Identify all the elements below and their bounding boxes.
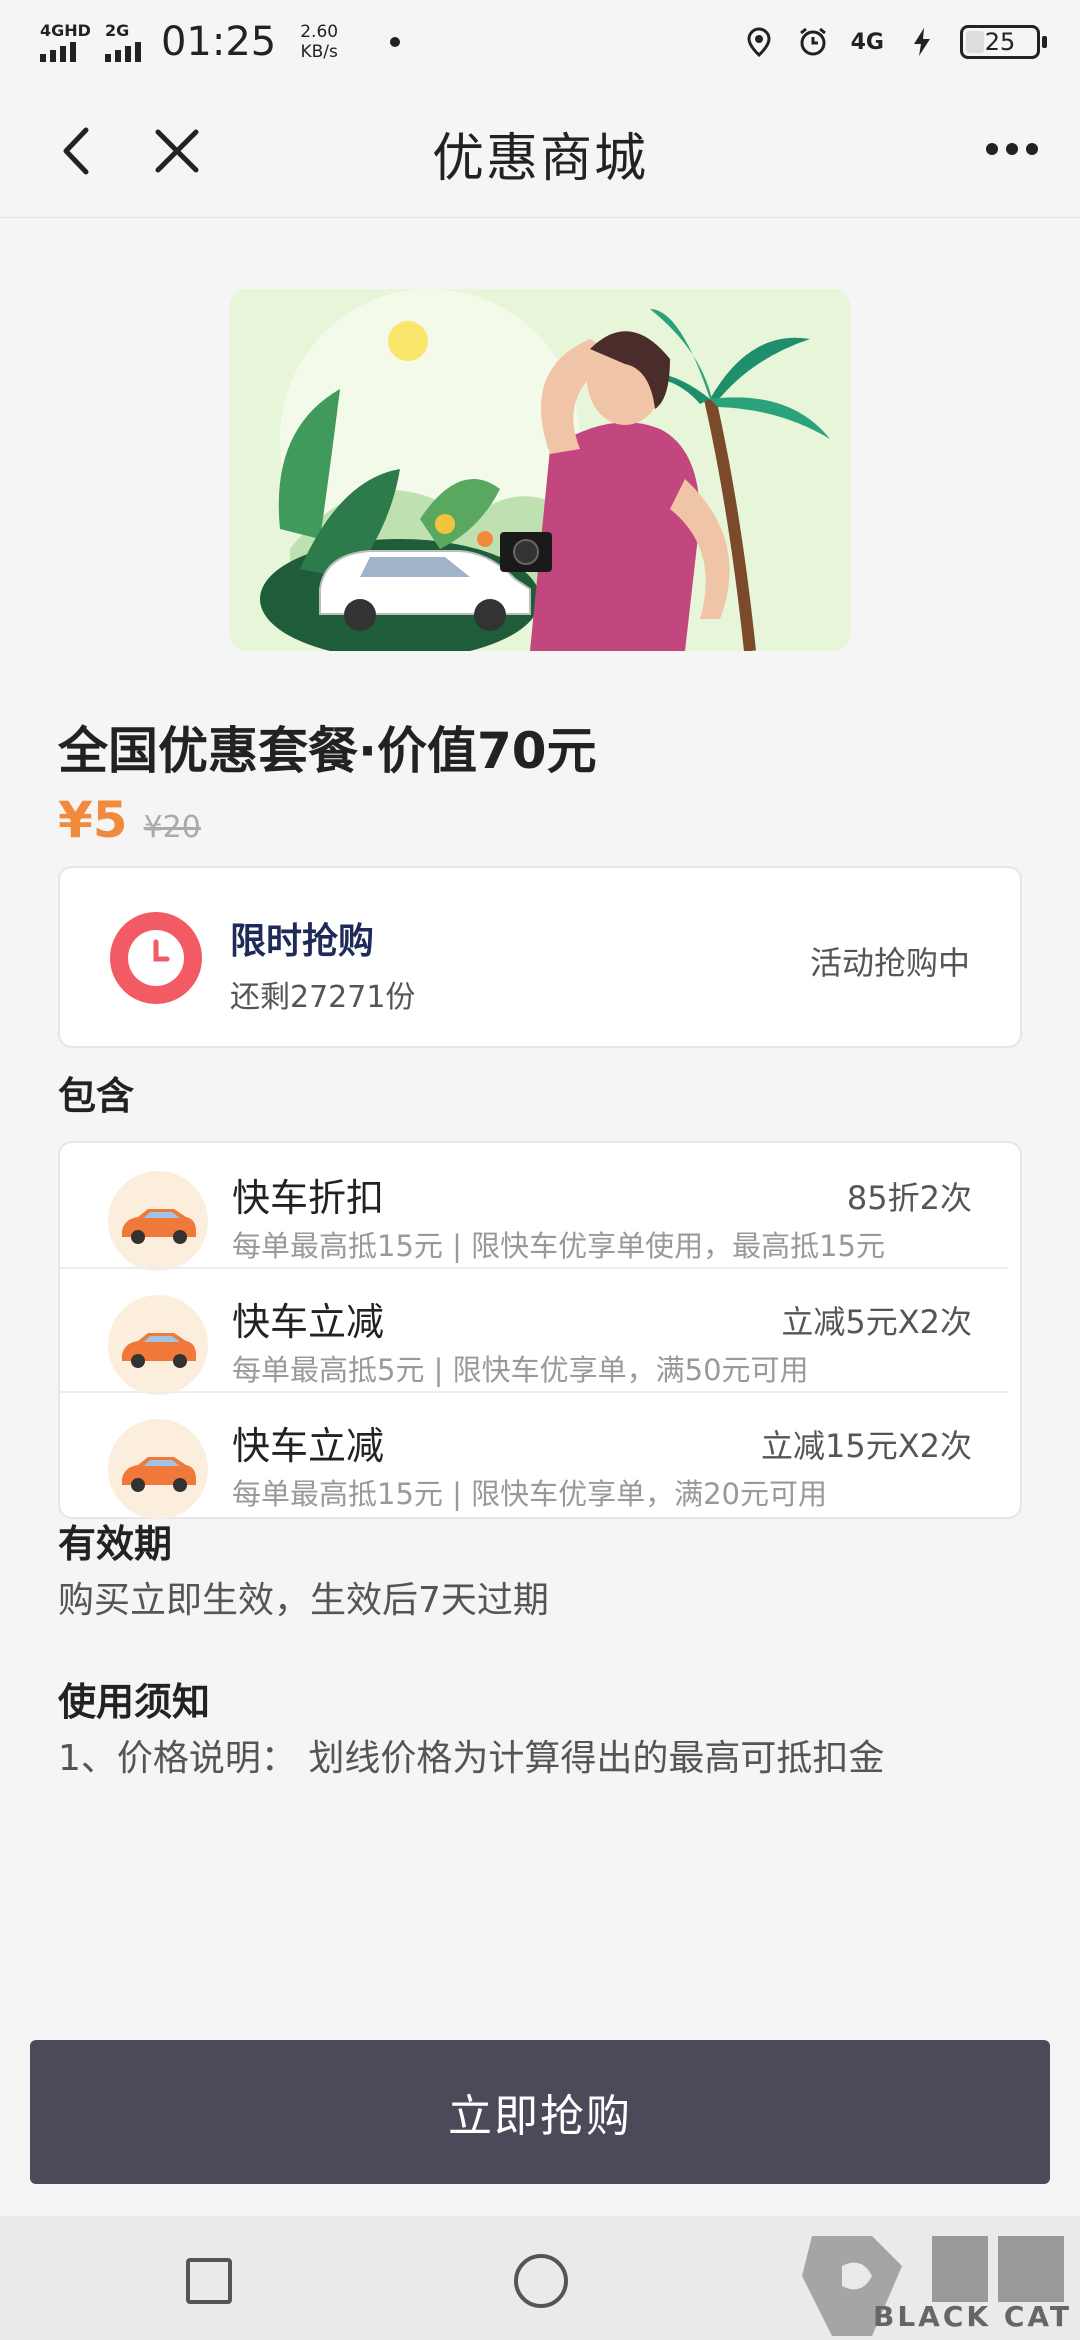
signal-bars-icon bbox=[104, 40, 141, 62]
network-type-3: 4G bbox=[850, 29, 884, 55]
charging-icon bbox=[914, 28, 930, 56]
speed-unit: KB/s bbox=[300, 42, 338, 62]
current-price: ¥5 bbox=[58, 791, 128, 849]
car-icon bbox=[108, 1295, 208, 1395]
signal-1: 4GHD bbox=[40, 22, 91, 62]
coupon-name: 快车折扣 bbox=[232, 1176, 385, 1220]
recent-apps-button[interactable] bbox=[186, 2258, 232, 2304]
notification-dot-icon bbox=[390, 37, 401, 47]
more-options-icon[interactable] bbox=[984, 134, 1040, 164]
includes-heading: 包含 bbox=[58, 1074, 135, 1118]
title-bar: 优惠商城 bbox=[0, 84, 1080, 218]
coupon-value: 85折2次 bbox=[846, 1179, 972, 1217]
product-banner-image bbox=[230, 289, 850, 651]
sale-status: 活动抢购中 bbox=[809, 944, 970, 982]
validity-text: 购买立即生效，生效后7天过期 bbox=[58, 1580, 549, 1621]
network-type-1: 4GHD bbox=[40, 21, 91, 40]
notice-heading: 使用须知 bbox=[58, 1680, 211, 1724]
battery-level: 25 bbox=[984, 28, 1016, 56]
location-icon bbox=[747, 27, 771, 58]
notice-text: 1、价格说明： 划线价格为计算得出的最高可抵扣金 bbox=[58, 1738, 885, 1779]
coupon-description: 每单最高抵15元 | 限快车优享单使用，最高抵15元 bbox=[232, 1229, 886, 1263]
clock-icon bbox=[110, 912, 202, 1004]
coupon-name: 快车立减 bbox=[232, 1300, 385, 1344]
flash-sale-title: 限时抢购 bbox=[230, 921, 375, 962]
home-button[interactable] bbox=[514, 2254, 568, 2308]
watermark-text: BLACK CAT bbox=[873, 2300, 1072, 2333]
original-price: ¥20 bbox=[143, 810, 201, 845]
action-bar: 立即抢购 bbox=[0, 2020, 1080, 2216]
coupon-list: 快车折扣 85折2次 每单最高抵15元 | 限快车优享单使用，最高抵15元 快车… bbox=[58, 1141, 1022, 1519]
coupon-item: 快车立减 立减15元X2次 每单最高抵15元 | 限快车优享单，满20元可用 bbox=[60, 1391, 1020, 1519]
network-speed: 2.60 KB/s bbox=[300, 22, 338, 62]
remaining-count: 还剩27271份 bbox=[230, 980, 416, 1015]
coupon-item: 快车折扣 85折2次 每单最高抵15元 | 限快车优享单使用，最高抵15元 bbox=[60, 1143, 1020, 1271]
coupon-value: 立减15元X2次 bbox=[760, 1427, 972, 1465]
network-type-2: 2G bbox=[104, 21, 130, 40]
signal-bars-icon bbox=[40, 40, 91, 62]
alarm-icon bbox=[799, 27, 826, 56]
speed-value: 2.60 bbox=[300, 22, 339, 42]
coupon-description: 每单最高抵15元 | 限快车优享单，满20元可用 bbox=[232, 1477, 828, 1511]
battery-icon: 25 bbox=[960, 25, 1047, 59]
car-icon bbox=[108, 1171, 208, 1271]
system-nav-bar: BLACK CAT bbox=[0, 2216, 1080, 2340]
car-icon bbox=[108, 1419, 208, 1519]
coupon-description: 每单最高抵5元 | 限快车优享单，满50元可用 bbox=[232, 1353, 809, 1387]
price-row: ¥5 ¥20 bbox=[58, 791, 201, 849]
coupon-item: 快车立减 立减5元X2次 每单最高抵5元 | 限快车优享单，满50元可用 bbox=[60, 1267, 1020, 1395]
buy-now-button[interactable]: 立即抢购 bbox=[30, 2040, 1050, 2184]
status-bar: 4GHD 2G 01:25 2.60 KB/s 4G 25 bbox=[0, 0, 1080, 84]
travel-illustration bbox=[230, 289, 850, 651]
coupon-value: 立减5元X2次 bbox=[781, 1303, 972, 1341]
page-title: 优惠商城 bbox=[431, 129, 648, 189]
clock-time: 01:25 bbox=[160, 19, 277, 65]
signal-2: 2G bbox=[104, 21, 141, 62]
flash-sale-card: 限时抢购 还剩27271份 活动抢购中 bbox=[58, 866, 1022, 1048]
validity-heading: 有效期 bbox=[58, 1522, 173, 1566]
coupon-name: 快车立减 bbox=[232, 1424, 385, 1468]
product-title: 全国优惠套餐·价值70元 bbox=[58, 722, 597, 780]
